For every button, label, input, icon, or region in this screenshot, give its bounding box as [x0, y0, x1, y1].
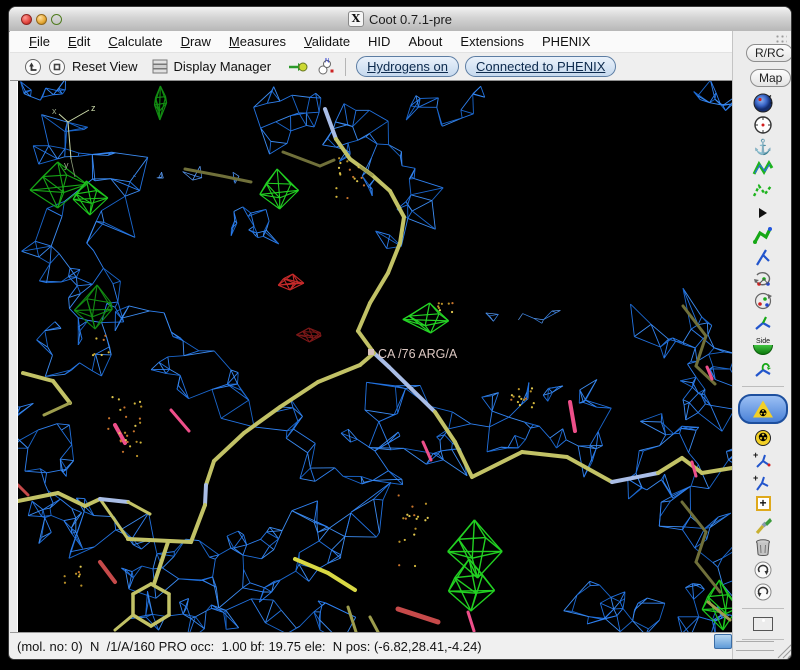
phenix-connection-button[interactable]: Connected to PHENIX [465, 56, 617, 77]
refmac-flag-icon[interactable] [753, 616, 773, 632]
menu-file[interactable]: File [20, 34, 59, 49]
flip-peptide-icon[interactable] [752, 360, 774, 379]
toolbar-separator [345, 57, 347, 76]
3d-viewport[interactable]: x z y CA /76 ARG/A [18, 81, 733, 632]
radiation-icon[interactable]: ☢ [755, 428, 771, 447]
menu-extensions[interactable]: Extensions [451, 34, 533, 49]
regularize-zone-icon[interactable] [752, 181, 774, 200]
edit-backbone-torsion-icon[interactable] [752, 291, 774, 310]
auto-fit-rotamer-icon[interactable] [752, 225, 774, 244]
menu-calculate[interactable]: Calculate [99, 34, 171, 49]
back-icon[interactable] [24, 58, 42, 76]
window-resize-corner[interactable] [772, 636, 792, 660]
menu-draw[interactable]: Draw [172, 34, 220, 49]
menu-edit[interactable]: Edit [59, 34, 99, 49]
menu-phenix[interactable]: PHENIX [533, 34, 599, 49]
scrollbar-thumb[interactable] [714, 634, 732, 649]
map-button[interactable]: Map [750, 69, 791, 87]
resize-grip-lines[interactable] [736, 641, 774, 651]
reset-view-button[interactable]: Reset View [72, 59, 138, 74]
x11-icon: X [347, 11, 364, 27]
expander-arrow-icon[interactable] [759, 203, 767, 222]
torsion-general-icon[interactable] [752, 313, 774, 332]
coot-window: X Coot 0.7.1-pre File Edit Calculate Draw Me… [8, 6, 792, 660]
svg-text:+: + [753, 473, 758, 483]
svg-text:x: x [52, 106, 57, 116]
add-alt-conf-icon[interactable]: + [752, 450, 774, 469]
undo-icon[interactable] [753, 560, 773, 579]
anchor-icon[interactable]: ⚓ [754, 137, 773, 156]
window-title: X Coot 0.7.1-pre [347, 11, 452, 27]
gl-canvas-frame: x z y CA /76 ARG/A [17, 81, 733, 632]
title-bar[interactable]: X Coot 0.7.1-pre [9, 7, 791, 32]
recentre-view-icon[interactable] [753, 115, 773, 134]
close-button[interactable] [21, 14, 32, 25]
side-chain-flip-icon[interactable]: Side [753, 335, 773, 357]
side-toolbar: R/RC Map ⚓ Side ☢ ☢ + + + [732, 31, 791, 659]
menu-hid[interactable]: HID [359, 34, 399, 49]
mutate-selected-icon[interactable]: ☢ [738, 394, 788, 424]
menu-measures[interactable]: Measures [220, 34, 295, 49]
hydrogens-toggle-button[interactable]: Hydrogens on [356, 56, 460, 77]
svg-text:N: N [325, 59, 329, 65]
status-bar: (mol. no: 0) N /1/A/160 PRO occ: 1.00 bf… [10, 632, 732, 659]
display-manager-icon[interactable] [152, 59, 168, 74]
main-toolbar: Reset View Display Manager N Hydrogens o… [10, 53, 732, 81]
map-sphere-icon[interactable] [752, 93, 774, 112]
delete-item-icon[interactable] [754, 538, 772, 557]
place-atom-icon[interactable]: + [755, 494, 771, 513]
rotamer-icon[interactable] [753, 247, 773, 266]
add-terminal-residue-icon[interactable]: + [752, 472, 774, 491]
minimize-button[interactable] [36, 14, 47, 25]
zoom-button[interactable] [51, 14, 62, 25]
go-to-atom-icon[interactable] [287, 58, 309, 76]
redo-icon[interactable] [753, 582, 773, 601]
svg-text:CA /76 ARG/A: CA /76 ARG/A [378, 347, 458, 361]
display-manager-button[interactable]: Display Manager [174, 59, 272, 74]
menu-validate[interactable]: Validate [295, 34, 359, 49]
recentre-icon[interactable] [48, 58, 66, 76]
menu-about[interactable]: About [399, 34, 451, 49]
svg-text:z: z [91, 103, 96, 113]
svg-text:y: y [64, 160, 69, 170]
edit-chi-angles-icon[interactable] [752, 269, 774, 288]
rrc-button[interactable]: R/RC [746, 44, 791, 62]
environment-residue-icon[interactable]: N [315, 57, 335, 76]
svg-text:+: + [753, 450, 758, 460]
tool-separator [742, 386, 784, 387]
real-space-refine-icon[interactable] [752, 159, 774, 178]
atom-status-text: (mol. no: 0) N /1/A/160 PRO occ: 1.00 bf… [17, 639, 482, 654]
tool-separator [742, 608, 784, 609]
brush-icon[interactable] [753, 516, 773, 535]
menu-bar: File Edit Calculate Draw Measures Validate HID… [10, 31, 732, 53]
